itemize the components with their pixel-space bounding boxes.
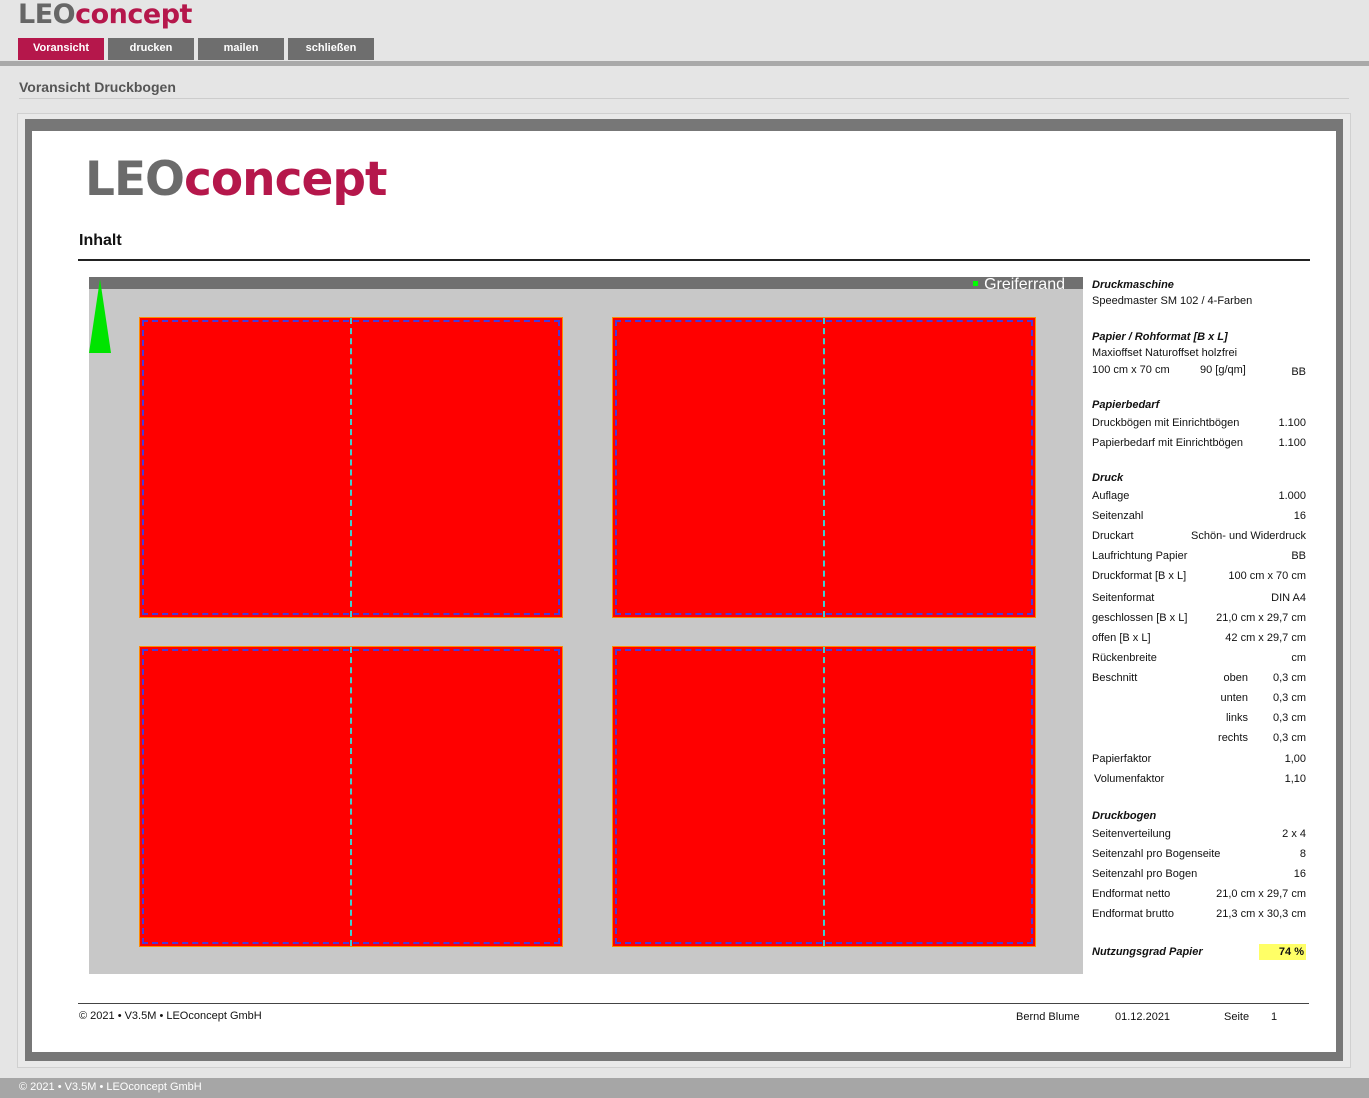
- tab-voransicht[interactable]: Voransicht: [18, 38, 104, 60]
- print-sheet: Greiferrand: [89, 277, 1083, 974]
- beschnitt-row: unten 0,3 cm: [1220, 692, 1306, 704]
- beschnitt-row: links 0,3 cm: [1225, 712, 1306, 724]
- page-block-bottom-left: [139, 646, 563, 947]
- papierbedarf-row: Papierbedarf mit Einrichtbögen 1.100: [1092, 437, 1306, 449]
- doc-copyright: © 2021 • V3.5M • LEOconcept GmbH: [79, 1010, 262, 1022]
- doc-user: Bernd Blume: [1016, 1011, 1080, 1023]
- druckbogen-row: Seitenzahl pro Bogenseite 8: [1092, 848, 1306, 860]
- app-logo: LEOconcept: [18, 0, 192, 30]
- paper-name: Maxioffset Naturoffset holzfrei: [1092, 347, 1238, 359]
- fold-line: [823, 647, 825, 946]
- specs-panel: Druckmaschine Speedmaster SM 102 / 4-Far…: [1092, 277, 1308, 962]
- page-title: Voransicht Druckbogen: [19, 79, 176, 95]
- gripper-edge-label: Greiferrand: [973, 277, 1065, 293]
- faktor-row: Volumenfaktor 1,10: [1094, 773, 1306, 785]
- nutzungsgrad-row: Nutzungsgrad Papier 74 %: [1092, 942, 1308, 962]
- nutzungsgrad-value: 74 %: [1258, 944, 1306, 960]
- druck-row: Auflage 1.000: [1092, 490, 1306, 502]
- heading-divider: [78, 259, 1310, 261]
- section-papierbedarf: Papierbedarf: [1092, 399, 1160, 411]
- fold-line: [350, 647, 352, 946]
- nav-divider: [0, 61, 1369, 66]
- page-block-top-left: [139, 317, 563, 618]
- nav-tabs: Voransicht drucken mailen schließen: [18, 38, 374, 60]
- druck-row: Rückenbreite cm: [1092, 652, 1306, 664]
- druck-row: Seitenzahl 16: [1092, 510, 1306, 522]
- footer-divider: [78, 1003, 1309, 1004]
- section-druckbogen: Druckbogen: [1092, 810, 1157, 822]
- beschnitt-row: rechts 0,3 cm: [1218, 732, 1306, 744]
- druckbogen-row: Endformat netto 21,0 cm x 29,7 cm: [1092, 888, 1306, 900]
- doc-date: 01.12.2021: [1115, 1011, 1171, 1023]
- faktor-row: Papierfaktor 1,00: [1092, 753, 1306, 765]
- close-button[interactable]: schließen: [288, 38, 374, 60]
- paper-format-row: 100 cm x 70 cm 90 [g/qm] BB: [1092, 364, 1306, 378]
- nutzungsgrad-label: Nutzungsgrad Papier: [1092, 946, 1203, 958]
- section-papier: Papier / Rohformat [B x L]: [1092, 331, 1228, 343]
- doc-page-number: 1: [1271, 1011, 1278, 1023]
- druckbogen-row: Seitenzahl pro Bogen 16: [1092, 868, 1306, 880]
- page-footer: © 2021 • V3.5M • LEOconcept GmbH: [0, 1078, 1369, 1098]
- gripper-marker-icon: [973, 281, 979, 286]
- doc-page-label: Seite: [1224, 1011, 1250, 1023]
- document-heading: Inhalt: [79, 232, 122, 249]
- print-button[interactable]: drucken: [108, 38, 194, 60]
- druckbogen-row: Seitenverteilung 2 x 4: [1092, 828, 1306, 840]
- papierbedarf-row: Druckbögen mit Einrichtbögen 1.100: [1092, 417, 1306, 429]
- druck-row: Laufrichtung Papier BB: [1092, 550, 1306, 562]
- top-bar: LEOconcept Voransicht drucken mailen sch…: [0, 0, 1369, 66]
- druck-row: Druckformat [B x L] 100 cm x 70 cm: [1092, 570, 1306, 582]
- footer-copyright: © 2021 • V3.5M • LEOconcept GmbH: [19, 1081, 202, 1093]
- druck-row: offen [B x L] 42 cm x 29,7 cm: [1092, 632, 1306, 644]
- page-block-top-right: [612, 317, 1036, 618]
- gripper-edge-bar: Greiferrand: [89, 277, 1083, 293]
- title-divider: [19, 98, 1349, 99]
- fold-line: [823, 318, 825, 617]
- beschnitt-row: Beschnitt oben 0,3 cm: [1092, 672, 1306, 684]
- mail-button[interactable]: mailen: [198, 38, 284, 60]
- document-logo: LEOconcept: [85, 152, 387, 207]
- druckbogen-row: Endformat brutto 21,3 cm x 30,3 cm: [1092, 908, 1306, 920]
- fold-line: [350, 318, 352, 617]
- druck-row: Seitenformat DIN A4: [1092, 592, 1306, 604]
- gripper-arrow-icon: [89, 279, 111, 353]
- druck-row: geschlossen [B x L] 21,0 cm x 29,7 cm: [1092, 612, 1306, 624]
- druck-row: Druckart Schön- und Widerdruck: [1092, 530, 1306, 542]
- page-block-bottom-right: [612, 646, 1036, 947]
- machine-value: Speedmaster SM 102 / 4-Farben: [1092, 295, 1253, 307]
- section-druck: Druck: [1092, 472, 1124, 484]
